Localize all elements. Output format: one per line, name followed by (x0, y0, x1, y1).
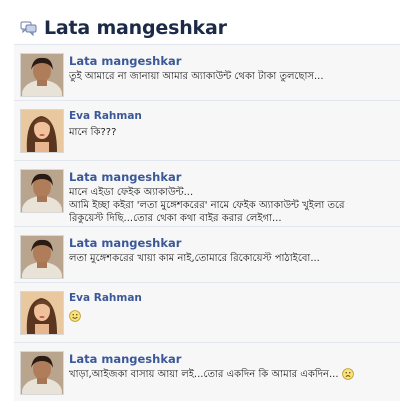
chat-bubbles-icon (20, 21, 37, 36)
conversation-header: Lata mangeshkar (20, 14, 227, 42)
message-item: Lata mangeshkar তুই আমারে না জানায়া আমা… (14, 44, 400, 101)
message-line: লতা মুঙ্গেশকরের খায়া কাম নাই,তোমারে রিক… (69, 253, 320, 264)
message-body: মানে কি??? (69, 126, 395, 139)
message-item: Eva Rahman (14, 282, 400, 343)
sad-face-icon (341, 368, 354, 380)
message-item: Lata mangeshkar মানে এইডা ফেইক অ্যাকাউন্… (14, 160, 400, 227)
message-line: আমি ইচ্ছা কইরা 'লতা মুঙ্গেশকরের' নামে ফে… (69, 200, 345, 211)
lata-avatar[interactable] (20, 53, 64, 97)
lata-avatar[interactable] (20, 235, 64, 279)
message-body (69, 310, 395, 323)
message-line: রিকুয়েস্ট দিছি...তোর থেকা কথা বাইর করার… (69, 213, 282, 224)
message-body: মানে এইডা ফেইক অ্যাকাউন্ট... আমি ইচ্ছা ক… (69, 186, 395, 225)
message-line: মানে এইডা ফেইক অ্যাকাউন্ট... (69, 187, 194, 198)
message-line: তুই আমারে না জানায়া আমার অ্যাকাউন্ট থেক… (69, 71, 324, 82)
message-item: Eva Rahman মানে কি??? (14, 100, 400, 161)
eva-avatar[interactable] (20, 291, 64, 335)
message-body: তুই আমারে না জানায়া আমার অ্যাকাউন্ট থেক… (69, 70, 395, 83)
chat-page: Lata mangeshkar Lata mangeshkar তুই আমার… (0, 0, 400, 401)
message-thread: Lata mangeshkar তুই আমারে না জানায়া আমা… (14, 44, 400, 401)
message-author[interactable]: Lata mangeshkar (69, 170, 181, 184)
message-body: লতা মুঙ্গেশকরের খায়া কাম নাই,তোমারে রিক… (69, 252, 395, 265)
message-body: খাড়া,আইজকা বাসায় আয়া লই...তোর একদিন ক… (69, 368, 395, 381)
lata-avatar[interactable] (20, 169, 64, 213)
conversation-title: Lata mangeshkar (44, 17, 227, 39)
message-item: Lata mangeshkar খাড়া,আইজকা বাসায় আয়া … (14, 342, 400, 401)
message-author[interactable]: Eva Rahman (69, 292, 142, 304)
message-item: Lata mangeshkar লতা মুঙ্গেশকরের খায়া কা… (14, 226, 400, 283)
eva-avatar[interactable] (20, 109, 64, 153)
message-line: মানে কি??? (69, 127, 117, 138)
message-text: খাড়া,আইজকা বাসায় আয়া লই...তোর একদিন ক… (69, 369, 339, 380)
message-author[interactable]: Eva Rahman (69, 110, 142, 122)
smile-icon (69, 310, 81, 322)
message-author[interactable]: Lata mangeshkar (69, 54, 181, 68)
message-author[interactable]: Lata mangeshkar (69, 352, 181, 366)
lata-avatar[interactable] (20, 351, 64, 395)
message-author[interactable]: Lata mangeshkar (69, 236, 181, 250)
message-line-with-emoticon: খাড়া,আইজকা বাসায় আয়া লই...তোর একদিন ক… (69, 368, 395, 381)
